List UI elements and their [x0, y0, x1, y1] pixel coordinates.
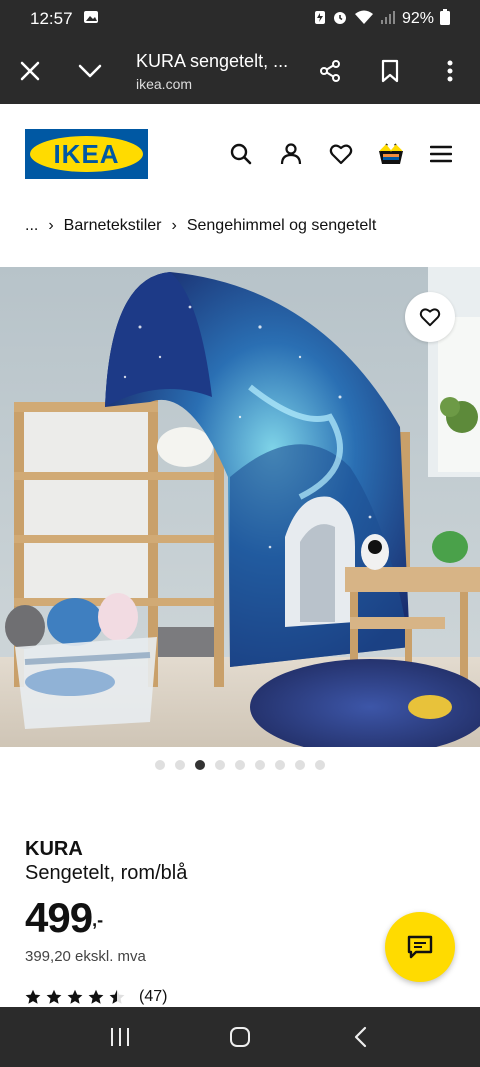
basket-icon	[379, 143, 403, 164]
alarm-icon	[332, 9, 348, 30]
battery-percentage: 92%	[401, 10, 434, 27]
back-icon	[354, 1026, 367, 1048]
carousel-dot[interactable]	[255, 760, 265, 770]
site-header: IKEA	[0, 104, 480, 204]
carousel-dot[interactable]	[215, 760, 225, 770]
favourites-button[interactable]	[327, 140, 355, 168]
gallery-icon	[83, 9, 99, 30]
page-title: KURA sengetelt, ...	[136, 50, 289, 71]
bookmark-button[interactable]	[360, 38, 420, 104]
carousel-dot[interactable]	[275, 760, 285, 770]
page-url: ikea.com	[136, 75, 193, 92]
home-button[interactable]	[210, 1007, 270, 1067]
more-options-button[interactable]	[420, 38, 480, 104]
breadcrumb-item-barnetekstiler[interactable]: Barnetekstiler	[64, 217, 162, 235]
recents-icon	[111, 1028, 129, 1046]
profile-button[interactable]	[277, 140, 305, 168]
product-description: Sengetelt, rom/blå	[25, 862, 188, 884]
breadcrumb-ellipsis[interactable]: ...	[25, 217, 38, 235]
profile-icon	[280, 143, 302, 165]
carousel-dot[interactable]	[195, 760, 205, 770]
carousel-dot[interactable]	[315, 760, 325, 770]
wifi-icon	[354, 9, 374, 30]
close-button[interactable]	[0, 38, 60, 104]
star-icon	[109, 989, 125, 1004]
price-excluding-vat: 399,20 ekskl. mva	[25, 948, 146, 965]
chat-icon	[407, 935, 433, 959]
heart-icon	[419, 308, 441, 327]
breadcrumb-item-sengehimmel[interactable]: Sengehimmel og sengetelt	[187, 217, 376, 235]
search-icon	[230, 143, 252, 165]
rating-stars	[25, 989, 125, 1005]
status-bar: 12:57 92%	[0, 0, 480, 38]
carousel-dot[interactable]	[175, 760, 185, 770]
carousel-dot[interactable]	[295, 760, 305, 770]
browser-toolbar: KURA sengetelt, ... ikea.com	[0, 38, 480, 104]
product-name: KURA	[25, 838, 83, 860]
home-icon	[230, 1027, 250, 1047]
menu-icon	[430, 145, 452, 163]
breadcrumb: ... › Barnetekstiler › Sengehimmel og se…	[25, 212, 470, 240]
image-carousel-indicators	[0, 760, 480, 774]
search-button[interactable]	[227, 140, 255, 168]
share-icon	[320, 60, 340, 82]
menu-button[interactable]	[427, 140, 455, 168]
chat-button[interactable]	[385, 912, 455, 982]
chevron-down-icon	[78, 64, 102, 78]
star-icon	[67, 989, 83, 1004]
product-image[interactable]	[0, 267, 480, 747]
bookmark-icon	[381, 59, 399, 83]
product-price: 499 ,-	[25, 893, 103, 943]
star-icon	[88, 989, 104, 1004]
battery-icon	[440, 8, 450, 30]
chevron-right-icon: ›	[171, 217, 177, 234]
price-integer: 499	[25, 894, 93, 941]
carousel-dot[interactable]	[235, 760, 245, 770]
system-navigation-bar	[0, 1007, 480, 1067]
heart-icon	[329, 144, 353, 165]
page-title-area[interactable]: KURA sengetelt, ... ikea.com	[120, 51, 300, 92]
battery-saver-icon	[314, 9, 326, 30]
basket-button[interactable]	[377, 140, 405, 168]
chevron-right-icon: ›	[48, 217, 54, 234]
share-button[interactable]	[300, 38, 360, 104]
star-icon	[46, 989, 62, 1004]
logo-text: IKEA	[53, 138, 120, 169]
rating-count: (47)	[139, 988, 168, 1005]
star-icon	[25, 989, 41, 1004]
price-suffix: ,-	[92, 910, 104, 930]
product-rating[interactable]: (47)	[25, 988, 167, 1006]
add-to-favourites-button[interactable]	[405, 292, 455, 342]
close-icon	[20, 61, 40, 81]
minimize-button[interactable]	[60, 38, 120, 104]
back-button[interactable]	[330, 1007, 390, 1067]
recents-button[interactable]	[90, 1007, 150, 1067]
carousel-dot[interactable]	[155, 760, 165, 770]
more-icon	[447, 60, 453, 82]
signal-icon	[380, 9, 396, 30]
status-time: 12:57	[30, 9, 73, 28]
ikea-logo[interactable]: IKEA	[25, 129, 148, 179]
